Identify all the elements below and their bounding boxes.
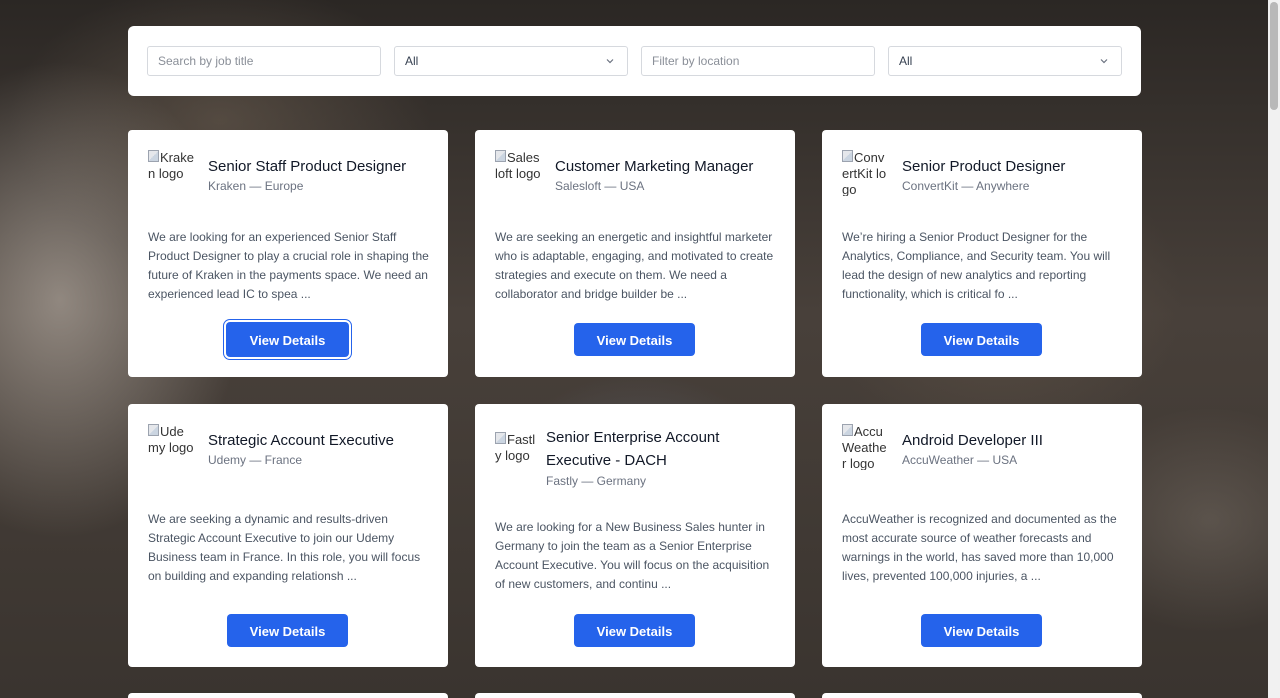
job-card-partial — [475, 693, 795, 698]
job-title: Strategic Account Executive — [208, 432, 394, 449]
type-select[interactable]: All — [888, 46, 1122, 76]
job-company-location: Salesloft — USA — [555, 179, 645, 193]
job-card: Salesloft logo Customer Marketing Manage… — [475, 130, 795, 377]
view-details-button[interactable]: View Details — [574, 323, 695, 356]
job-description: We are looking for an experienced Senior… — [148, 230, 429, 301]
job-card-partial — [822, 693, 1142, 698]
company-logo: Fastly logo — [495, 432, 536, 463]
page-scrollbar[interactable] — [1268, 0, 1280, 698]
job-company-location: ConvertKit — Anywhere — [902, 179, 1030, 193]
chevron-down-icon — [1100, 59, 1108, 64]
job-company-location: Fastly — Germany — [546, 474, 647, 488]
job-description: We’re hiring a Senior Product Designer f… — [842, 230, 1111, 301]
job-title: Senior Staff Product Designer — [208, 158, 407, 175]
job-description: AccuWeather is recognized and documented… — [842, 512, 1117, 583]
job-description: We are looking for a New Business Sales … — [495, 520, 770, 591]
type-select-value: All — [899, 54, 913, 68]
job-title: Customer Marketing Manager — [555, 158, 754, 175]
view-details-button[interactable]: View Details — [921, 614, 1042, 647]
job-card: Fastly logo Senior Enterprise Account Ex… — [475, 404, 795, 667]
job-description: We are seeking a dynamic and results-dri… — [148, 512, 421, 583]
view-details-button[interactable]: View Details — [227, 614, 348, 647]
company-logo: ConvertKit logo — [842, 150, 887, 196]
job-title-input[interactable] — [158, 54, 370, 68]
company-logo: AccuWeather logo — [842, 424, 887, 470]
filter-bar: All All — [128, 26, 1141, 96]
company-logo: Kraken logo — [148, 150, 194, 181]
chevron-down-icon — [606, 59, 614, 64]
job-card: Kraken logo Senior Staff Product Designe… — [128, 130, 448, 377]
company-logo: Salesloft logo — [495, 150, 541, 181]
job-title-search[interactable] — [147, 46, 381, 76]
job-company-location: AccuWeather — USA — [902, 453, 1018, 467]
job-card: Udemy logo Strategic Account Executive U… — [128, 404, 448, 667]
view-details-button[interactable]: View Details — [574, 614, 695, 647]
job-description: We are seeking an energetic and insightf… — [495, 230, 774, 301]
job-company-location: Udemy — France — [208, 453, 303, 467]
job-card: ConvertKit logo Senior Product Designer … — [822, 130, 1142, 377]
scrollbar-thumb[interactable] — [1270, 2, 1278, 110]
job-title: Senior Enterprise Account Executive - DA… — [546, 429, 720, 469]
job-title: Android Developer III — [902, 432, 1043, 449]
location-filter[interactable] — [641, 46, 875, 76]
category-select[interactable]: All — [394, 46, 628, 76]
job-card-partial — [128, 693, 448, 698]
company-logo: Udemy logo — [148, 424, 194, 455]
category-select-value: All — [405, 54, 419, 68]
job-card: AccuWeather logo Android Developer III A… — [822, 404, 1142, 667]
view-details-button[interactable]: View Details — [921, 323, 1042, 356]
job-title: Senior Product Designer — [902, 158, 1066, 175]
view-details-button[interactable]: View Details — [226, 322, 349, 357]
job-company-location: Kraken — Europe — [208, 179, 304, 193]
location-input[interactable] — [652, 54, 864, 68]
